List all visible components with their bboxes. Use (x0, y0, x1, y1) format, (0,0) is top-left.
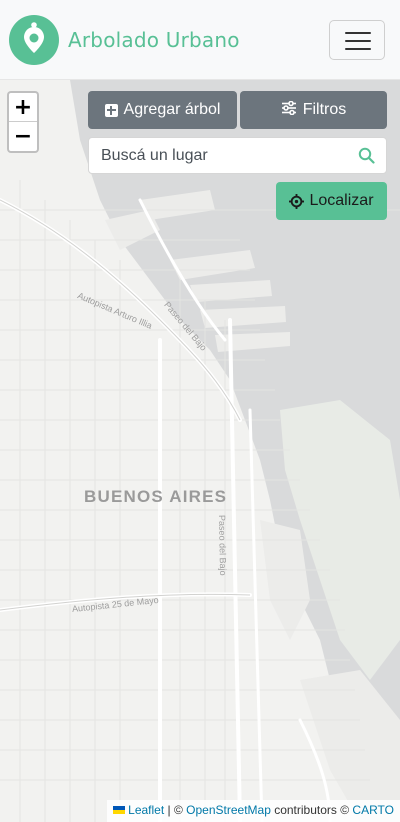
plus-square-icon (104, 103, 118, 117)
zoom-out-button[interactable]: − (9, 122, 37, 151)
zoom-in-button[interactable]: + (9, 93, 37, 122)
search-input[interactable]: Buscá un lugar (88, 137, 387, 174)
map-attribution: Leaflet | © OpenStreetMap contributors ©… (107, 800, 400, 822)
locate-button[interactable]: Localizar (276, 182, 387, 220)
street-label: Paseo del Bajo (217, 514, 229, 576)
city-label: BUENOS AIRES (84, 487, 228, 506)
locate-label: Localizar (309, 192, 374, 209)
sliders-icon (281, 100, 297, 120)
hamburger-line (345, 48, 371, 50)
crosshairs-icon (289, 193, 305, 209)
attribution-contributors: contributors © (270, 803, 353, 817)
openstreetmap-link[interactable]: OpenStreetMap (186, 803, 271, 817)
carto-link[interactable]: CARTO (352, 803, 394, 817)
filters-button[interactable]: Filtros (240, 91, 387, 129)
hamburger-line (345, 40, 371, 42)
search-icon[interactable] (358, 147, 375, 169)
navbar: Arbolado Urbano (0, 0, 400, 80)
leaflet-link[interactable]: Leaflet (128, 803, 164, 817)
hamburger-menu-icon (345, 32, 371, 34)
attribution-separator: | © (164, 803, 187, 817)
brand[interactable]: Arbolado Urbano (9, 15, 240, 65)
add-tree-button[interactable]: Agregar árbol (88, 91, 237, 129)
add-tree-label: Agregar árbol (123, 101, 221, 118)
brand-name: Arbolado Urbano (68, 28, 240, 52)
filters-label: Filtros (302, 101, 347, 118)
search-placeholder: Buscá un lugar (101, 147, 208, 164)
tree-pin-logo-icon (9, 15, 59, 65)
ukraine-flag-icon (113, 806, 126, 814)
hamburger-menu-button[interactable] (329, 20, 385, 60)
zoom-control: + − (7, 91, 39, 153)
